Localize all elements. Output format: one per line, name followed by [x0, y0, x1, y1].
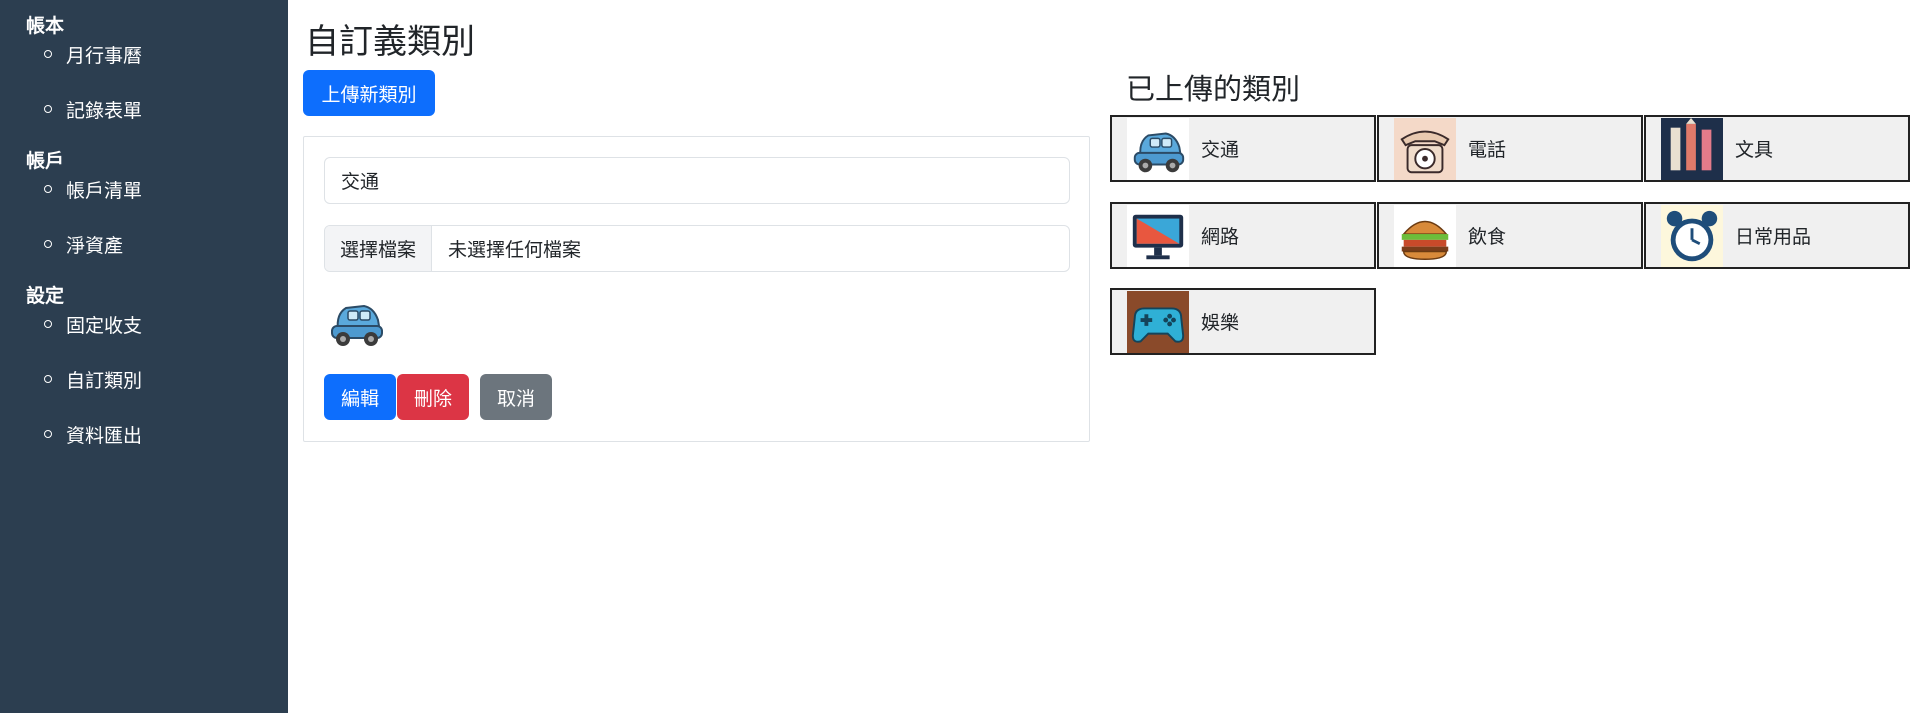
category-card-network[interactable]: 網路: [1110, 202, 1376, 269]
car-icon: [1127, 118, 1189, 180]
sidebar-group-settings: 設定 固定收支 自訂類別 資料匯出: [0, 282, 288, 448]
sidebar-item-record-form[interactable]: 記錄表單: [0, 95, 288, 123]
page-title: 自訂義類別: [305, 22, 475, 62]
sidebar-group-title: 帳本: [26, 15, 65, 37]
category-label: 文具: [1735, 139, 1774, 161]
category-card-stationery[interactable]: 文具: [1644, 115, 1910, 182]
uploaded-categories-title: 已上傳的類別: [1126, 72, 1301, 106]
category-label: 飲食: [1468, 226, 1507, 248]
sidebar-group-accounts: 帳戶 帳戶清單 淨資產: [0, 147, 288, 258]
form-actions: 編輯 刪除 取消: [324, 374, 552, 420]
monitor-icon: [1127, 205, 1189, 267]
category-card-daily-goods[interactable]: 日常用品: [1644, 202, 1910, 269]
sidebar-item-label: 資料匯出: [66, 424, 143, 447]
bullet-icon: [44, 50, 52, 58]
bullet-icon: [44, 375, 52, 383]
burger-icon: [1394, 205, 1456, 267]
sidebar-item-label: 自訂類別: [66, 369, 143, 392]
bullet-icon: [44, 430, 52, 438]
sidebar-item-data-export[interactable]: 資料匯出: [0, 420, 288, 448]
bullet-icon: [44, 185, 52, 193]
category-card-entertainment[interactable]: 娛樂: [1110, 288, 1376, 355]
gamepad-icon: [1127, 291, 1189, 353]
category-label: 娛樂: [1201, 312, 1240, 334]
sidebar-item-custom-categories[interactable]: 自訂類別: [0, 365, 288, 393]
bullet-icon: [44, 105, 52, 113]
stationery-icon: [1661, 118, 1723, 180]
category-card-telephone[interactable]: 電話: [1377, 115, 1643, 182]
cancel-button[interactable]: 取消: [480, 374, 552, 420]
delete-button[interactable]: 刪除: [397, 374, 469, 420]
category-label: 電話: [1468, 139, 1507, 161]
choose-file-button[interactable]: 選擇檔案: [325, 226, 433, 271]
file-status-text: 未選擇任何檔案: [448, 239, 582, 261]
sidebar-group-title: 設定: [26, 285, 65, 307]
sidebar-item-fixed-income-expense[interactable]: 固定收支: [0, 310, 288, 338]
category-label: 交通: [1201, 139, 1240, 161]
category-card-transport[interactable]: 交通: [1110, 115, 1376, 182]
sidebar-item-net-assets[interactable]: 淨資產: [0, 230, 288, 258]
telephone-icon: [1394, 118, 1456, 180]
sidebar-item-label: 記錄表單: [66, 99, 143, 122]
category-card-food[interactable]: 飲食: [1377, 202, 1643, 269]
category-form-card: 選擇檔案 未選擇任何檔案 編輯 刪除 取消: [303, 136, 1090, 442]
category-label: 網路: [1201, 226, 1240, 248]
sidebar-item-account-list[interactable]: 帳戶清單: [0, 175, 288, 203]
main-content: 自訂義類別 上傳新類別 選擇檔案 未選擇任何檔案 編輯 刪除 取消: [288, 0, 1920, 713]
sidebar-item-label: 帳戶清單: [66, 179, 143, 202]
bullet-icon: [44, 240, 52, 248]
category-name-input[interactable]: [324, 157, 1070, 204]
sidebar: 帳本 月行事曆 記錄表單 帳戶 帳戶清單 淨資產 設定 固定收支 自訂類別 資料…: [0, 0, 288, 713]
edit-button[interactable]: 編輯: [324, 374, 396, 420]
sidebar-group-ledger: 帳本 月行事曆 記錄表單: [0, 12, 288, 123]
upload-new-category-button[interactable]: 上傳新類別: [303, 70, 435, 116]
sidebar-item-monthly-calendar[interactable]: 月行事曆: [0, 40, 288, 68]
file-input-group[interactable]: 選擇檔案 未選擇任何檔案: [324, 225, 1070, 272]
sidebar-item-label: 淨資產: [66, 234, 124, 257]
category-label: 日常用品: [1735, 226, 1812, 248]
sidebar-group-title: 帳戶: [26, 150, 65, 172]
car-icon: [324, 290, 388, 354]
bullet-icon: [44, 320, 52, 328]
sidebar-item-label: 月行事曆: [66, 44, 143, 67]
alarm-clock-icon: [1661, 205, 1723, 267]
sidebar-item-label: 固定收支: [66, 314, 143, 337]
